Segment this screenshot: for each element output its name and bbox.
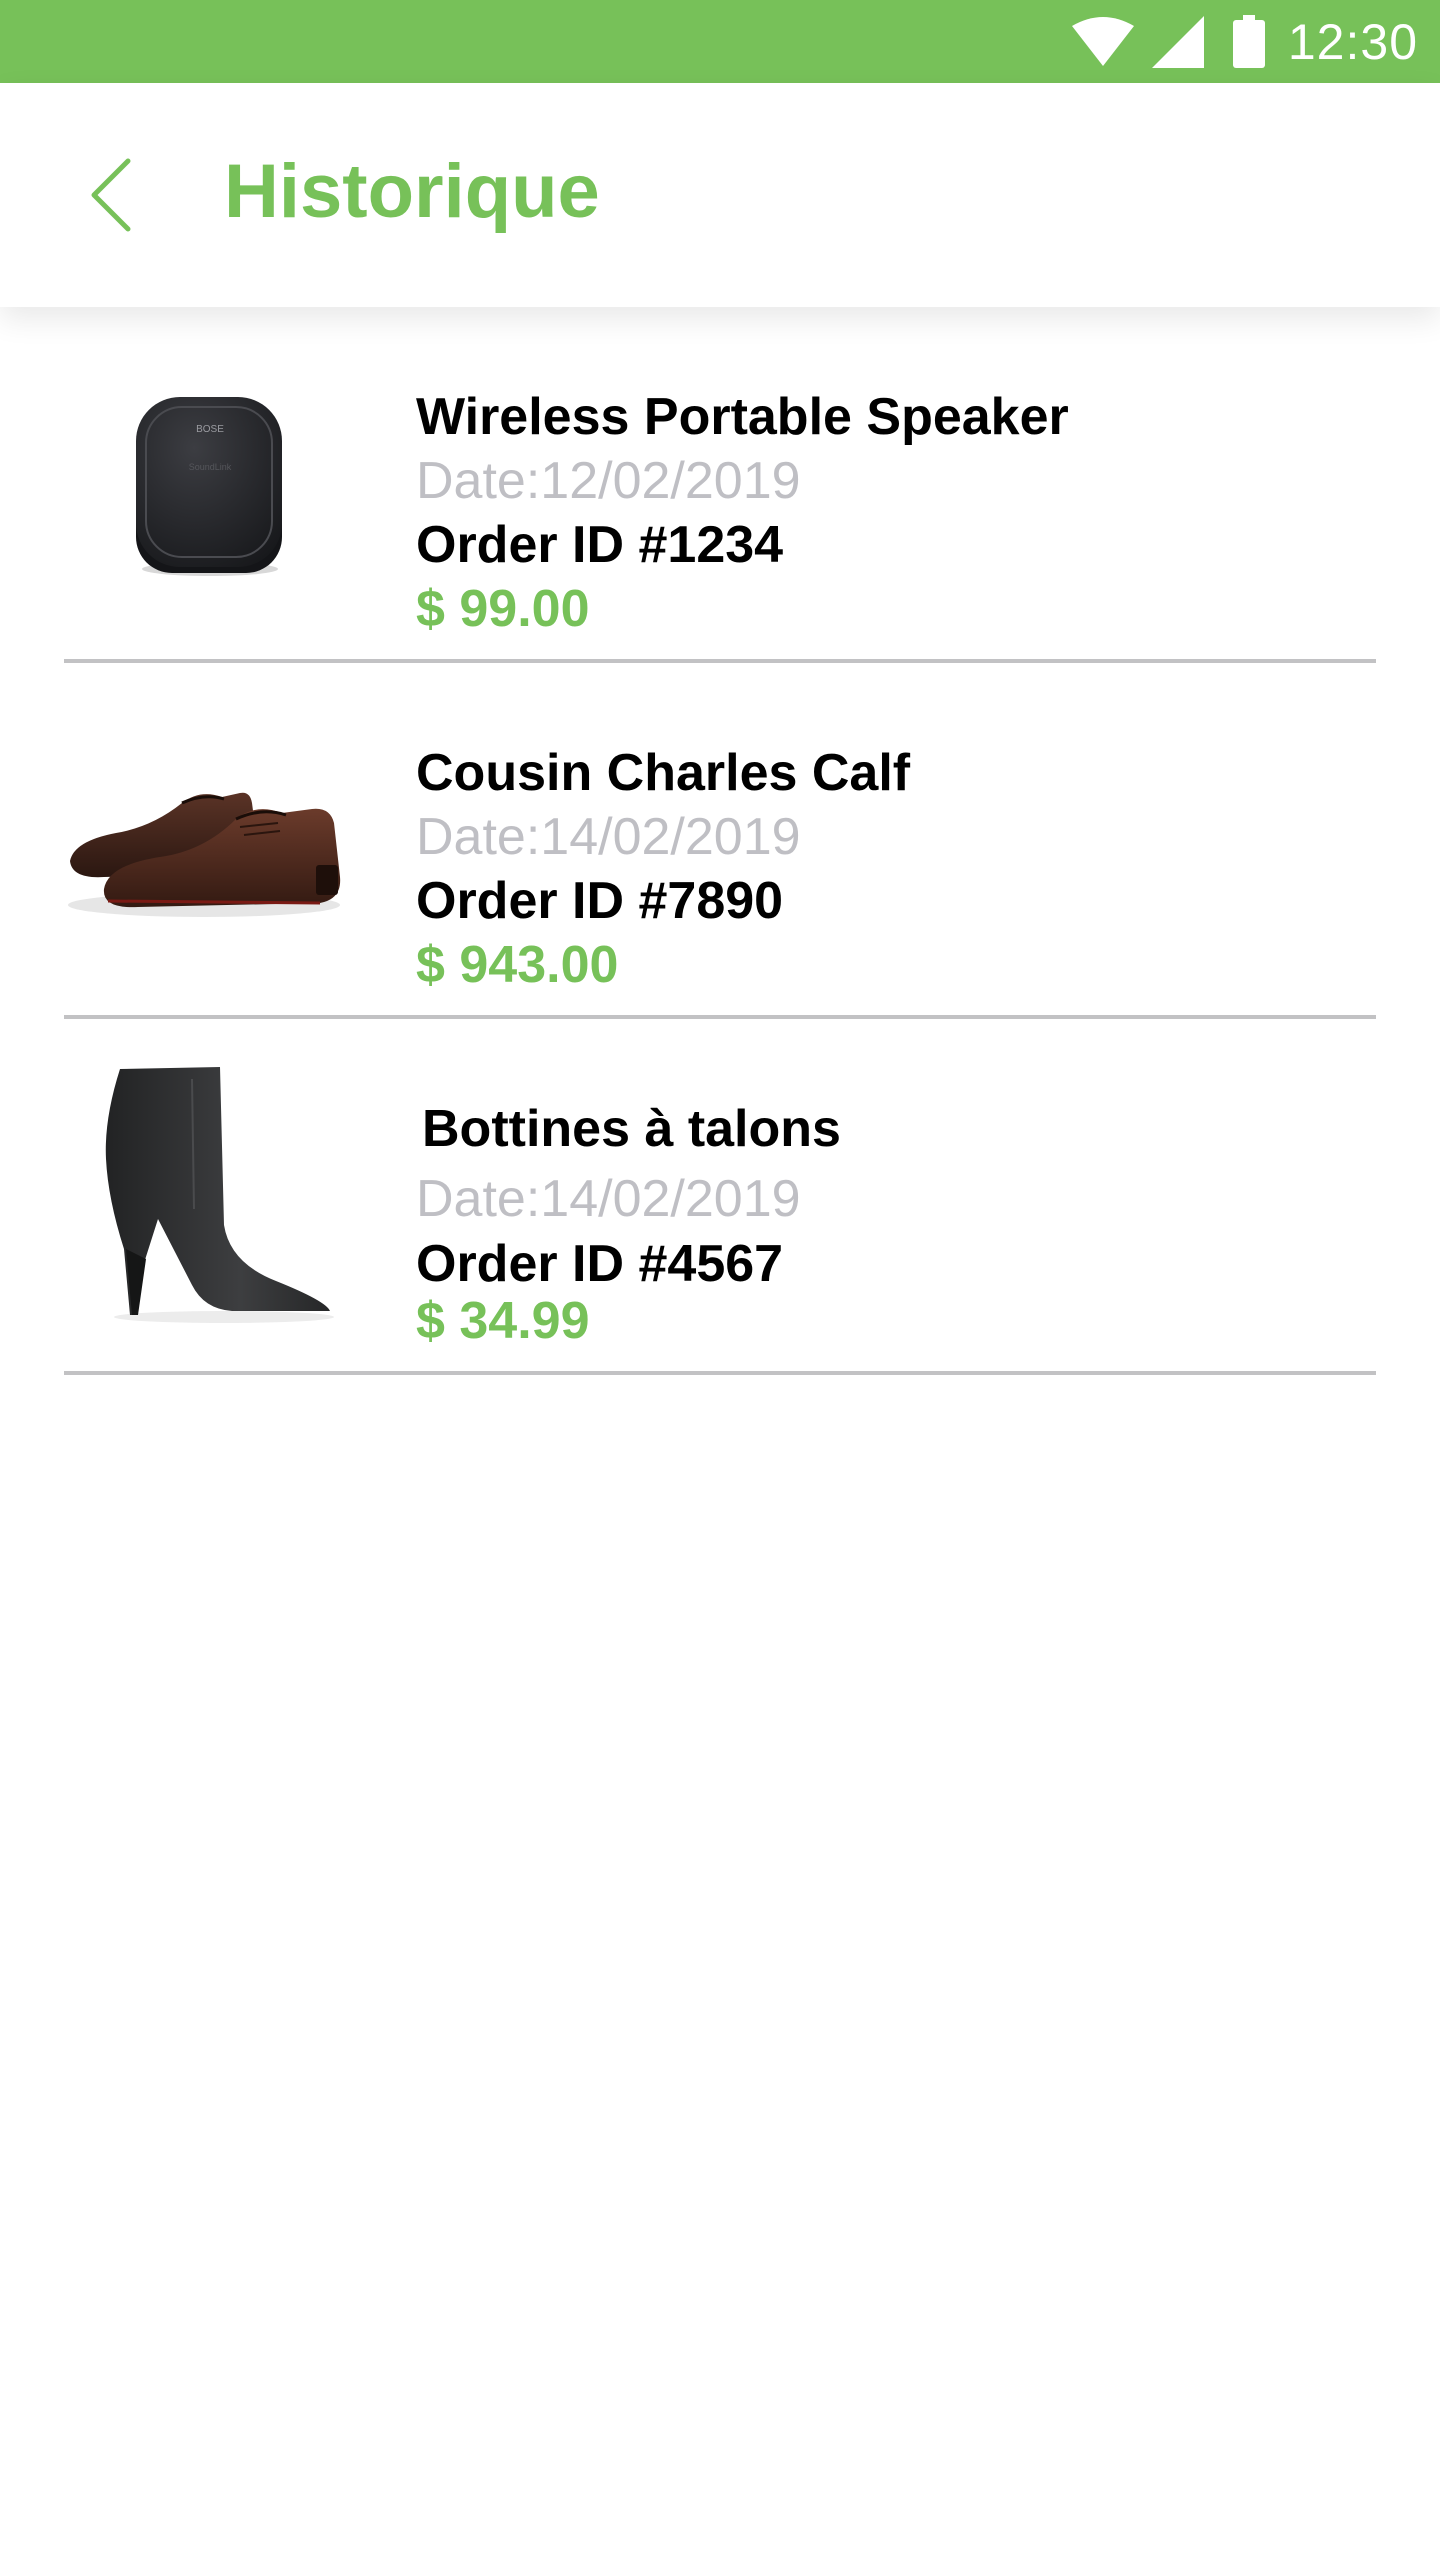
heeled-boot-thumbnail — [64, 1049, 354, 1339]
order-price: $ 943.00 — [416, 936, 619, 994]
status-time: 12:30 — [1287, 13, 1418, 70]
svg-text:SoundLink: SoundLink — [189, 462, 232, 472]
product-name: Cousin Charles Calf — [416, 744, 911, 802]
cell-signal-icon — [1150, 14, 1206, 70]
order-date: Date:14/02/2019 — [416, 1170, 801, 1228]
divider — [64, 1371, 1376, 1375]
order-date: Date:12/02/2019 — [416, 452, 801, 510]
product-name: Bottines à talons — [422, 1100, 841, 1158]
order-history-list: BOSE SoundLink Wireless Portable Speaker… — [0, 307, 1440, 1375]
status-bar: 12:30 — [0, 0, 1440, 83]
speaker-thumbnail: BOSE SoundLink — [64, 337, 354, 627]
back-button[interactable] — [78, 155, 158, 235]
order-price: $ 34.99 — [416, 1292, 590, 1350]
order-id: Order ID #7890 — [416, 872, 784, 930]
order-id: Order ID #4567 — [416, 1235, 784, 1293]
order-row[interactable]: BOSE SoundLink Wireless Portable Speaker… — [0, 307, 1440, 663]
wifi-icon — [1070, 16, 1136, 68]
battery-icon — [1232, 14, 1266, 69]
dress-shoes-thumbnail — [64, 693, 354, 983]
order-date: Date:14/02/2019 — [416, 808, 801, 866]
svg-text:BOSE: BOSE — [196, 424, 224, 435]
order-info: Bottines à talons Date:14/02/2019 Order … — [416, 1097, 841, 1349]
page-title: Historique — [224, 149, 600, 234]
order-price: $ 99.00 — [416, 580, 590, 638]
chevron-left-icon — [91, 158, 131, 232]
status-icons: 12:30 — [1070, 0, 1418, 83]
product-name: Wireless Portable Speaker — [416, 388, 1069, 446]
order-id: Order ID #1234 — [416, 516, 784, 574]
order-row[interactable]: Cousin Charles Calf Date:14/02/2019 Orde… — [0, 663, 1440, 1019]
order-info: Wireless Portable Speaker Date:12/02/201… — [416, 385, 1069, 641]
order-row[interactable]: Bottines à talons Date:14/02/2019 Order … — [0, 1019, 1440, 1375]
app-bar: Historique — [0, 83, 1440, 307]
order-info: Cousin Charles Calf Date:14/02/2019 Orde… — [416, 741, 910, 997]
